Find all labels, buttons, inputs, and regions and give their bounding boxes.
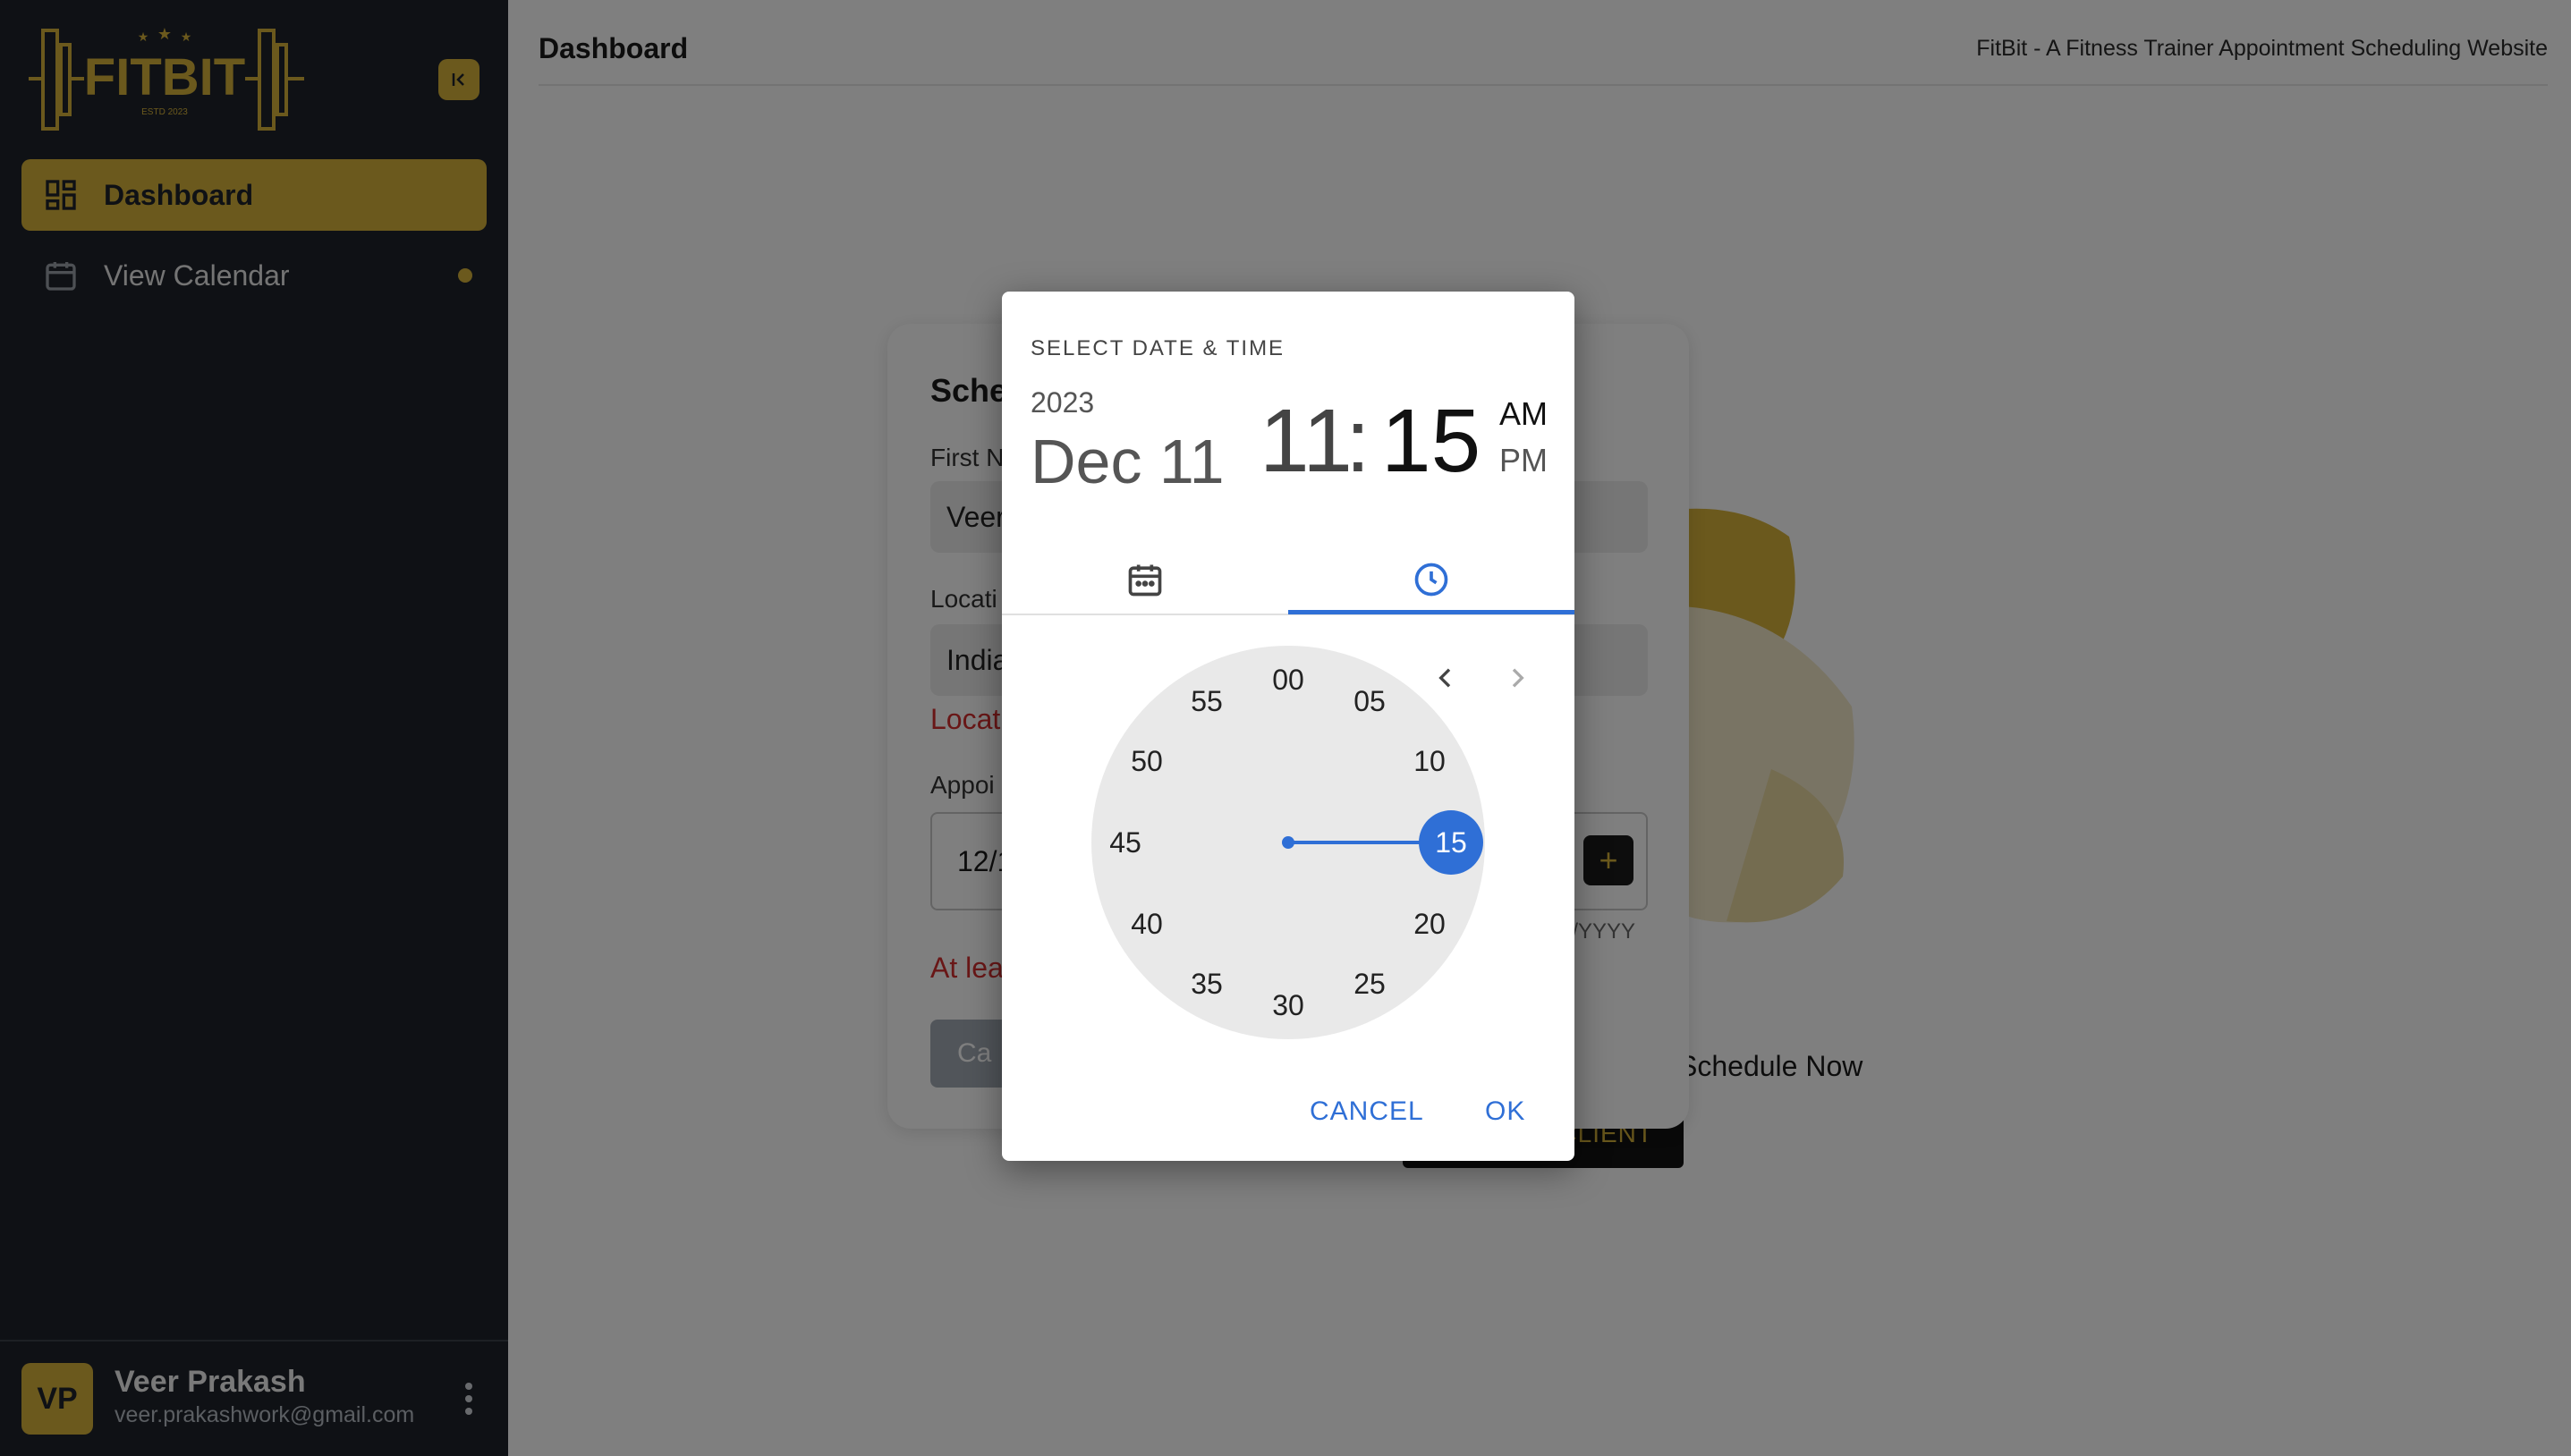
clock-number[interactable]: 55	[1180, 674, 1234, 728]
clock-number[interactable]: 00	[1261, 653, 1315, 707]
clock-center-pin	[1282, 836, 1294, 849]
previous-button[interactable]	[1428, 660, 1464, 696]
clock-number[interactable]: 35	[1180, 957, 1234, 1011]
clock-number[interactable]: 20	[1403, 897, 1456, 951]
tab-time[interactable]	[1288, 544, 1574, 615]
picker-date[interactable]: Dec 11	[1031, 426, 1225, 497]
calendar-icon	[1128, 564, 1162, 597]
clock-number[interactable]: 25	[1343, 957, 1396, 1011]
chevron-right-icon	[1512, 668, 1524, 688]
clock-icon	[1414, 563, 1448, 597]
clock-number[interactable]: 45	[1099, 816, 1152, 869]
clock-number[interactable]: 40	[1120, 897, 1174, 951]
clock-number[interactable]: 10	[1403, 734, 1456, 788]
picker-heading: SELECT DATE & TIME	[1031, 336, 1286, 360]
picker-year[interactable]: 2023	[1031, 386, 1094, 419]
tab-date[interactable]	[1002, 544, 1288, 615]
minute-clock-face[interactable]: 00 05 10 20 25 30 35 40 45 50 55 15	[1091, 646, 1485, 1039]
pm-toggle[interactable]: PM	[1499, 442, 1548, 479]
picker-cancel-button[interactable]: CANCEL	[1310, 1096, 1424, 1127]
picker-ok-button[interactable]: OK	[1485, 1096, 1525, 1127]
clock-number[interactable]: 50	[1120, 734, 1174, 788]
clock-number[interactable]: 05	[1343, 674, 1396, 728]
picker-minute[interactable]: 15	[1381, 390, 1481, 493]
am-toggle[interactable]: AM	[1499, 395, 1548, 433]
picker-time-separator: :	[1345, 391, 1370, 491]
picker-hour[interactable]: 11	[1260, 390, 1353, 493]
sidebar-backdrop[interactable]	[0, 0, 508, 1456]
date-time-picker-dialog: SELECT DATE & TIME 2023 Dec 11 11 : 15 A…	[1002, 292, 1574, 1161]
next-button[interactable]	[1499, 660, 1535, 696]
chevron-left-icon	[1438, 668, 1451, 688]
active-tab-indicator	[1288, 610, 1574, 614]
selected-minute[interactable]: 15	[1419, 810, 1483, 875]
clock-number[interactable]: 30	[1261, 978, 1315, 1032]
